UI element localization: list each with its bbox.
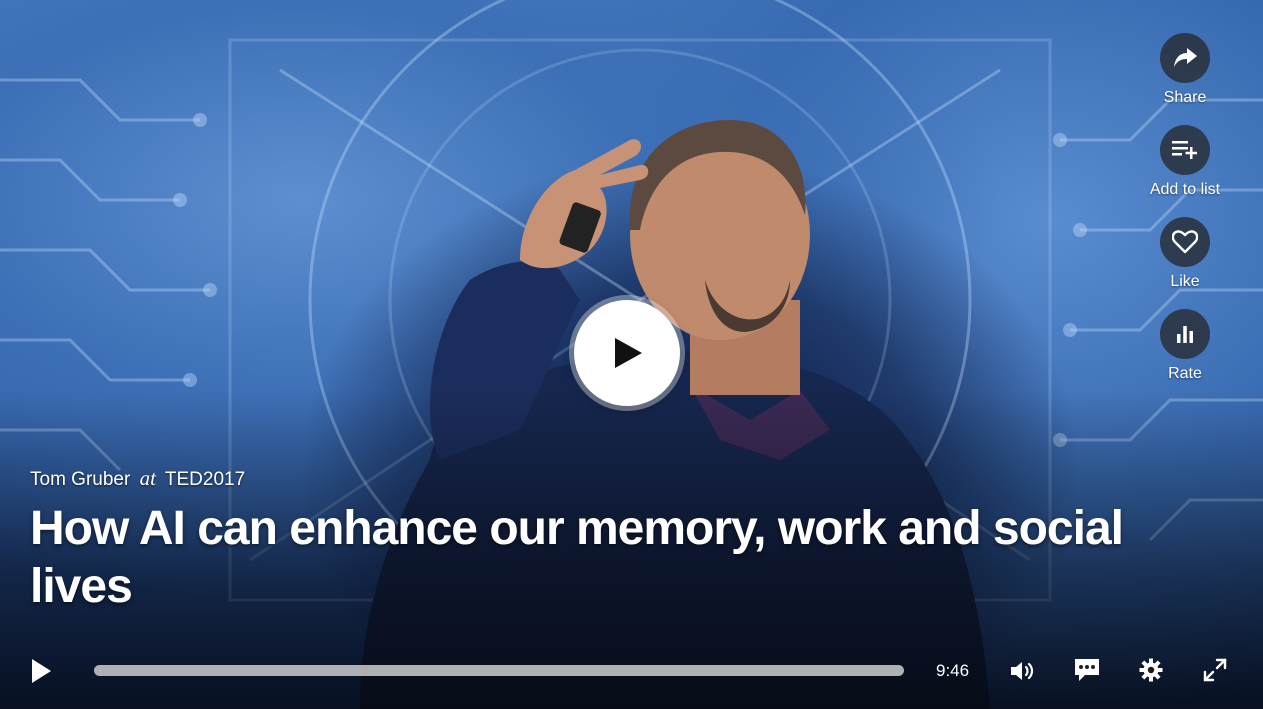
bar-chart-icon: [1160, 309, 1210, 359]
rate-button[interactable]: Rate: [1137, 309, 1233, 383]
rate-label: Rate: [1168, 365, 1202, 382]
add-to-list-icon: [1160, 125, 1210, 175]
fullscreen-icon: [1203, 658, 1227, 682]
play-button[interactable]: [28, 656, 54, 686]
like-button[interactable]: Like: [1137, 217, 1233, 291]
byline-at: at: [139, 466, 156, 490]
like-label: Like: [1170, 273, 1200, 290]
add-to-list-label: Add to list: [1149, 181, 1221, 198]
speaker-name[interactable]: Tom Gruber: [30, 469, 130, 490]
captions-button[interactable]: [1072, 656, 1102, 684]
share-label: Share: [1163, 89, 1207, 106]
share-icon: [1160, 33, 1210, 83]
duration-label: 9:46: [936, 661, 970, 680]
share-button[interactable]: Share: [1137, 33, 1233, 107]
heart-icon: [1160, 217, 1210, 267]
add-to-list-button[interactable]: Add to list: [1137, 125, 1233, 199]
gear-icon: [1139, 658, 1163, 682]
volume-button[interactable]: [1008, 657, 1038, 685]
player-controls: 9:46: [0, 640, 1263, 702]
settings-button[interactable]: [1137, 656, 1165, 684]
side-actions: Share Add to list Like Rate: [1137, 33, 1233, 401]
play-icon: [615, 338, 642, 368]
volume-icon: [1011, 662, 1034, 680]
talk-title: How AI can enhance our memory, work and …: [30, 502, 1124, 613]
fullscreen-button[interactable]: [1201, 656, 1229, 684]
transcript-bubble-icon: [1075, 659, 1099, 681]
progress-bar[interactable]: [94, 665, 904, 676]
play-icon: [32, 659, 51, 683]
video-player[interactable]: Share Add to list Like Rate Tom Gruber a…: [0, 0, 1263, 709]
event-name[interactable]: TED2017: [165, 469, 245, 490]
big-play-button[interactable]: [574, 300, 680, 406]
talk-byline: Tom Gruber at TED2017: [30, 466, 245, 491]
